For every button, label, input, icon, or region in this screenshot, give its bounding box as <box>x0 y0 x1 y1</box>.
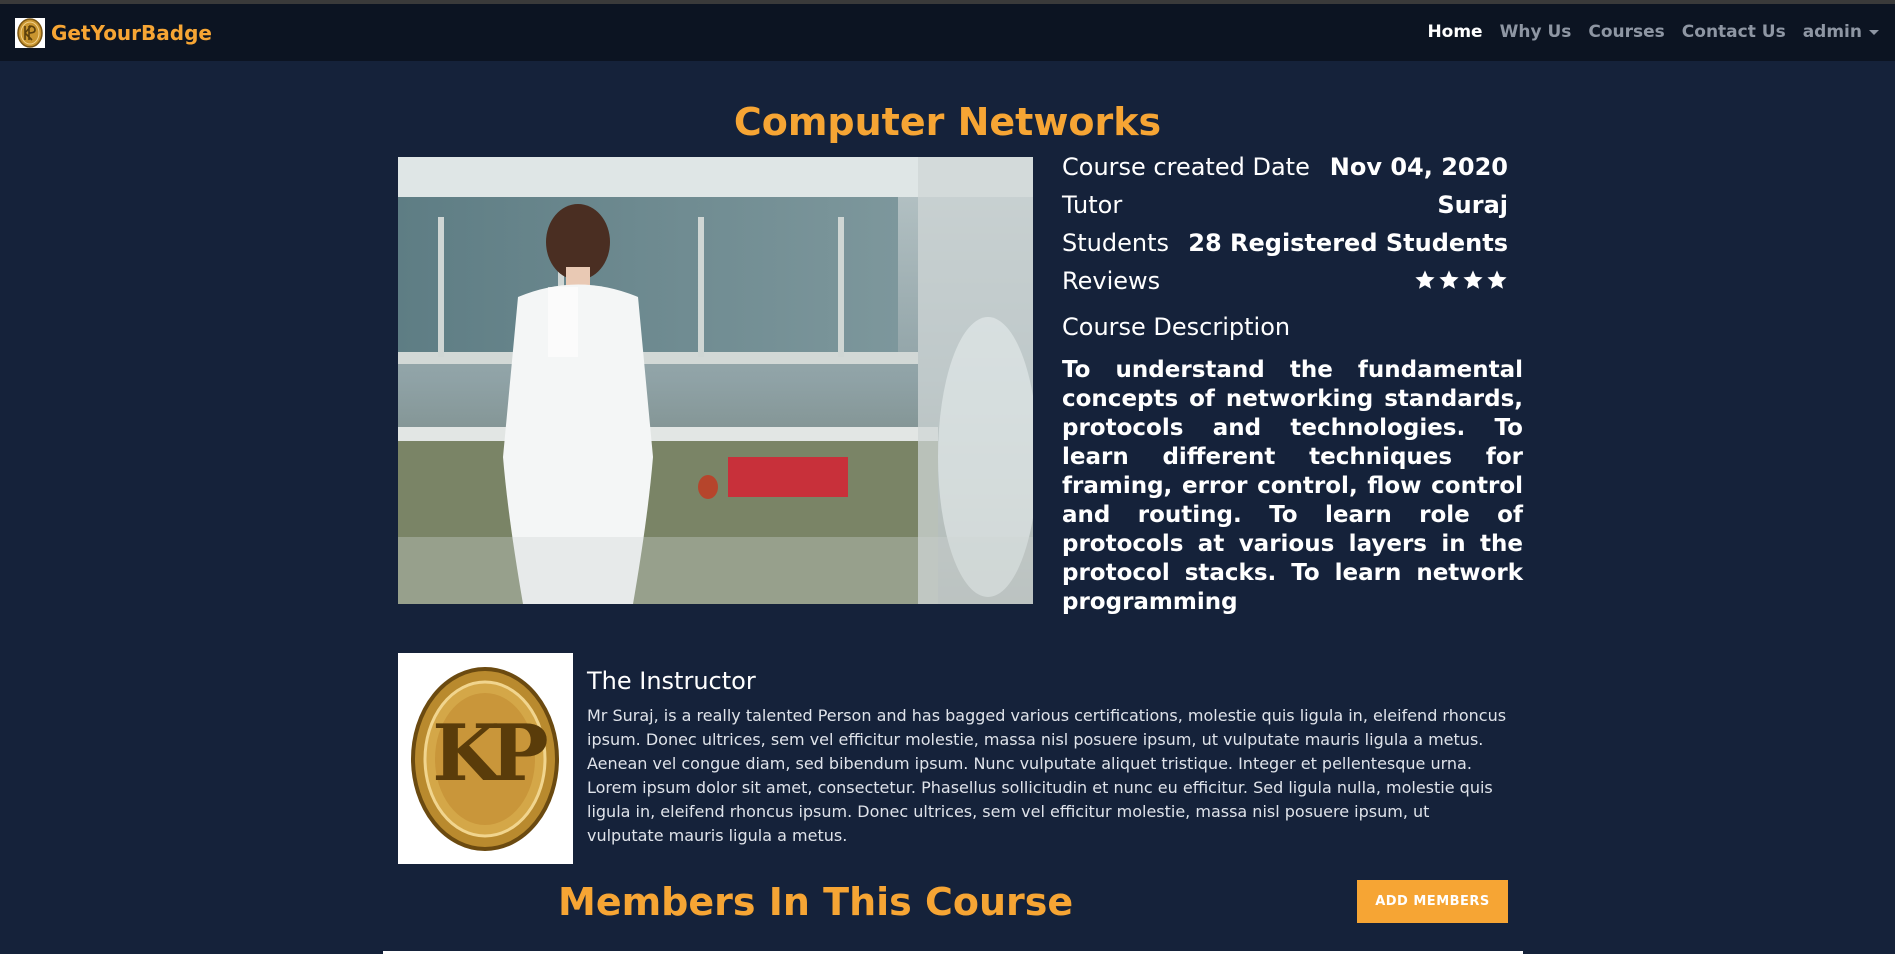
chevron-down-icon <box>1869 30 1879 35</box>
brand[interactable]: GetYourBadge <box>15 17 212 49</box>
add-members-button[interactable]: ADD MEMBERS <box>1357 880 1508 923</box>
tutor-row: Tutor Suraj <box>1062 191 1508 227</box>
reviews-row: Reviews <box>1062 267 1508 303</box>
nav-link-why-us[interactable]: Why Us <box>1500 22 1572 42</box>
admin-dropdown-label: admin <box>1802 22 1862 42</box>
navbar: GetYourBadge Home Why Us Courses Contact… <box>0 4 1895 61</box>
tutor-label: Tutor <box>1062 191 1123 219</box>
nav-link-home[interactable]: Home <box>1427 22 1482 42</box>
members-title: Members In This Course <box>558 880 1074 924</box>
star-icon <box>1463 270 1483 289</box>
instructor-logo-text: KP <box>432 708 548 799</box>
brand-name: GetYourBadge <box>51 21 212 45</box>
students-value: 28 Registered Students <box>1188 229 1508 257</box>
instructor-title: The Instructor <box>587 667 756 695</box>
nav-link-courses[interactable]: Courses <box>1588 22 1664 42</box>
brand-logo-icon <box>15 18 45 48</box>
nav-links: Home Why Us Courses Contact Us admin <box>1410 22 1879 42</box>
instructor-logo: KP <box>398 653 573 864</box>
course-created-label: Course created Date <box>1062 153 1310 181</box>
course-description: To understand the fundamental concepts o… <box>1062 357 1523 615</box>
students-label: Students <box>1062 229 1169 257</box>
students-row: Students 28 Registered Students <box>1062 229 1508 265</box>
course-title: Computer Networks <box>733 100 1162 144</box>
star-icon <box>1415 270 1435 289</box>
course-image <box>398 157 1038 604</box>
review-stars <box>1414 269 1508 291</box>
star-icon <box>1487 270 1507 289</box>
admin-dropdown[interactable]: admin <box>1803 22 1879 42</box>
star-icon <box>1439 270 1459 289</box>
instructor-bio: Mr Suraj, is a really talented Person an… <box>587 706 1507 845</box>
course-description-title: Course Description <box>1062 313 1291 341</box>
tutor-value: Suraj <box>1437 191 1508 219</box>
course-created-value: Nov 04, 2020 <box>1329 153 1508 181</box>
nav-link-contact-us[interactable]: Contact Us <box>1682 22 1786 42</box>
course-created-row: Course created Date Nov 04, 2020 <box>1062 153 1508 189</box>
reviews-label: Reviews <box>1062 267 1161 295</box>
